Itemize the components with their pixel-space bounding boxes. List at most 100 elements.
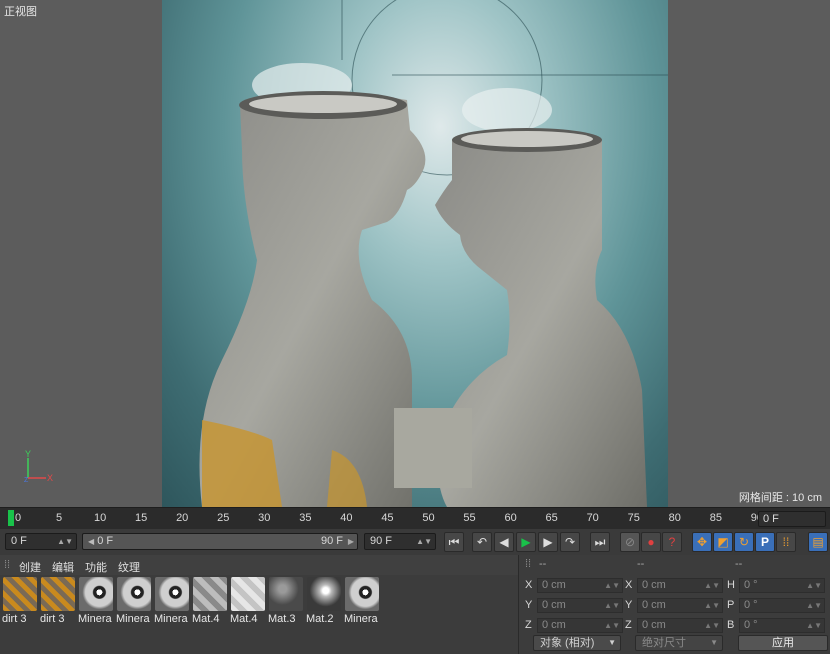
next-key-button[interactable]: ↷	[560, 532, 580, 552]
material-item[interactable]: dirt 3	[40, 577, 76, 635]
stepper-icon: ▲▼	[806, 621, 822, 630]
material-item[interactable]: Minera	[116, 577, 152, 635]
start-frame-field[interactable]: 0 F ▲▼	[5, 533, 77, 550]
timeline-tick-label: 70	[586, 512, 599, 524]
coord-value-field[interactable]: 0 cm ▲▼	[637, 598, 723, 613]
material-thumbnail	[79, 577, 113, 611]
coord-value: 0 cm	[642, 599, 666, 611]
start-frame-value: 0 F	[11, 535, 27, 547]
size-mode-value: 绝对尺寸	[642, 637, 686, 649]
next-frame-button[interactable]: ▶	[538, 532, 558, 552]
material-name: Minera	[344, 613, 378, 625]
axis-z-label: Z	[24, 477, 29, 484]
frame-range-slider[interactable]: ◀ 0 F 90 F ▶	[82, 533, 358, 550]
timeline-tick-label: 55	[463, 512, 476, 524]
end-frame-value: 90 F	[370, 535, 393, 547]
menu-create[interactable]: 创建	[19, 559, 41, 575]
menu-function[interactable]: 功能	[85, 559, 107, 575]
coord-value-field[interactable]: 0 cm ▲▼	[537, 578, 623, 593]
material-item[interactable]: Minera	[78, 577, 114, 635]
menu-texture[interactable]: 纹理	[118, 559, 140, 575]
material-item[interactable]: Mat.2	[306, 577, 342, 635]
playhead-marker[interactable]	[8, 510, 14, 526]
material-name: Mat.2	[306, 613, 334, 625]
material-thumbnail	[41, 577, 75, 611]
timeline-controls: 0 F ▲▼ ◀ 0 F 90 F ▶ 90 F ▲▼ ⊘ ● ? ✥ ◩ ↻ P …	[0, 529, 830, 555]
current-frame-field[interactable]: 0 F	[758, 511, 826, 527]
stepper-icon: ▲▼	[806, 601, 822, 610]
coord-axis-label: X	[525, 579, 533, 591]
material-item[interactable]: Mat.3	[268, 577, 304, 635]
apply-button[interactable]: 应用	[738, 635, 828, 651]
material-menubar: ⁞⁞ 创建 编辑 功能 纹理	[0, 555, 518, 575]
key-icon: ⊘	[624, 535, 636, 549]
material-item[interactable]: Mat.4	[230, 577, 266, 635]
coords-header-rotation: --	[735, 558, 743, 570]
timeline-tick-label: 40	[340, 512, 353, 524]
size-mode-dropdown[interactable]: 绝对尺寸 ▼	[635, 635, 723, 651]
move-icon: ✥	[696, 535, 708, 549]
panel-grip-icon[interactable]: ⁞⁞	[525, 558, 531, 570]
key-pla-button[interactable]: ⁞⁞	[776, 532, 796, 552]
coord-value: 0 cm	[642, 619, 666, 631]
material-thumbnail	[193, 577, 227, 611]
key-param-button[interactable]: P	[755, 532, 775, 552]
param-icon: P	[760, 535, 769, 549]
viewport[interactable]: 正视图 网格间距 : 10 cm Y X Z	[0, 0, 830, 507]
record-icon: ●	[647, 535, 655, 549]
coord-value-field[interactable]: 0 ° ▲▼	[739, 578, 825, 593]
prev-key-icon: ↶	[476, 535, 488, 549]
prev-key-button[interactable]: ↶	[472, 532, 492, 552]
material-item[interactable]: Minera	[154, 577, 190, 635]
timeline-ruler[interactable]: 0 5 10 15 20 25 30 35 40 45 50 55 60 65 70 75 80 85 90	[0, 507, 830, 530]
coord-axis-label: B	[727, 619, 735, 631]
material-item[interactable]: Minera	[344, 577, 380, 635]
sculpture-render	[199, 0, 668, 507]
coord-value-field[interactable]: 0 cm ▲▼	[637, 578, 723, 593]
key-rotation-button[interactable]: ↻	[734, 532, 754, 552]
key-position-button[interactable]: ✥	[692, 532, 712, 552]
timeline-tick-label: 50	[422, 512, 435, 524]
end-frame-field[interactable]: 90 F ▲▼	[364, 533, 436, 550]
coord-axis-label: X	[625, 579, 633, 591]
record-disabled-button[interactable]: ⊘	[620, 532, 640, 552]
coord-value-field[interactable]: 0 cm ▲▼	[637, 618, 723, 633]
render-image	[162, 0, 668, 507]
go-to-start-button[interactable]: ⏮	[444, 532, 464, 552]
coord-value-field[interactable]: 0 ° ▲▼	[739, 598, 825, 613]
material-thumbnail	[117, 577, 151, 611]
material-item[interactable]: Mat.4	[192, 577, 228, 635]
viewport-title[interactable]: 正视图	[4, 3, 37, 19]
axis-x-label: X	[47, 473, 53, 483]
key-scale-button[interactable]: ◩	[713, 532, 733, 552]
coordinate-mode-dropdown[interactable]: 对象 (相对) ▼	[533, 635, 621, 651]
record-keys-button[interactable]: ●	[641, 532, 661, 552]
grid-dots-icon: ⁞⁞	[782, 535, 790, 549]
stepper-icon: ▲▼	[704, 601, 720, 610]
autokey-button[interactable]: ?	[662, 532, 682, 552]
timeline-window-button[interactable]: ▤	[808, 532, 828, 552]
material-name: dirt 3	[40, 613, 65, 625]
menu-edit[interactable]: 编辑	[52, 559, 74, 575]
timeline-tick-label: 25	[217, 512, 230, 524]
stepper-icon: ▲▼	[604, 621, 620, 630]
coord-value: 0 cm	[642, 579, 666, 591]
go-to-end-button[interactable]: ⏭	[590, 532, 610, 552]
material-name: Minera	[154, 613, 188, 625]
coord-value-field[interactable]: 0 ° ▲▼	[739, 618, 825, 633]
material-thumbnail	[345, 577, 379, 611]
axis-y-label: Y	[25, 450, 31, 459]
timeline-tick-label: 65	[545, 512, 558, 524]
coord-axis-label: H	[727, 579, 735, 591]
coord-value-field[interactable]: 0 cm ▲▼	[537, 598, 623, 613]
material-thumbnail	[307, 577, 341, 611]
material-item[interactable]: dirt 3	[2, 577, 38, 635]
coord-value-field[interactable]: 0 cm ▲▼	[537, 618, 623, 633]
play-button[interactable]: ▶	[516, 532, 536, 552]
grid-spacing-label: 网格间距 : 10 cm	[738, 492, 822, 504]
panel-grip-icon[interactable]: ⁞⁞	[4, 559, 10, 571]
timeline-tick-label: 80	[668, 512, 681, 524]
prev-frame-button[interactable]: ◀	[494, 532, 514, 552]
range-right-arrow-icon: ▶	[347, 537, 354, 546]
timeline-tick-label: 5	[55, 512, 63, 524]
